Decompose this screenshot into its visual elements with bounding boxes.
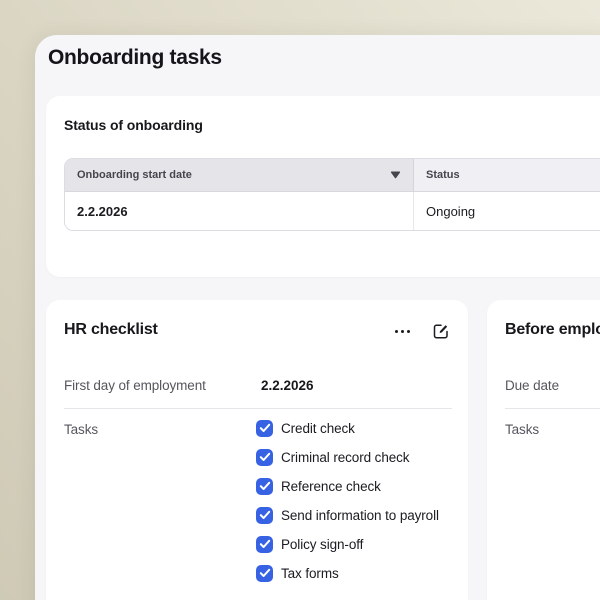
more-options-button[interactable] [395,330,410,333]
first-day-value: 2.2.2026 [261,378,314,393]
task-item[interactable]: Criminal record check [256,447,450,467]
checkbox-checked-icon[interactable] [256,565,273,582]
tasks-label: Tasks [64,422,98,437]
task-label: Reference check [281,478,381,495]
status-of-onboarding-card: Status of onboarding Onboarding start da… [46,96,600,277]
task-label: Send information to payroll [281,507,439,524]
onboarding-status-table: Onboarding start date Status 2.2.2026 On… [64,158,600,231]
page-title: Onboarding tasks [48,46,222,70]
task-item[interactable]: Policy sign-off [256,534,450,554]
checkbox-checked-icon[interactable] [256,536,273,553]
task-item[interactable]: Send information to payroll Reference ch… [256,476,450,496]
table-header-row: Onboarding start date Status [65,159,600,192]
before-employment-card: Before employment Due date Tasks [487,300,600,600]
checkbox-checked-icon[interactable] [256,478,273,495]
task-label: Policy sign-off [281,536,363,553]
table-row: 2.2.2026 Ongoing [65,192,600,230]
checkbox-checked-icon[interactable] [256,507,273,524]
hr-checklist-card: HR checklist First day of employment 2.2… [46,300,468,600]
column-header-onboarding-start-date[interactable]: Onboarding start date [65,159,414,191]
divider [64,408,452,409]
task-label: Tax forms [281,565,339,582]
tasks-label: Tasks [505,422,539,437]
horizontal-ellipsis-icon [395,330,410,333]
before-card-title: Before employment [505,321,600,339]
column-header-label: Status [426,169,460,181]
edit-button[interactable] [432,322,450,340]
due-date-label: Due date [505,378,559,393]
cell-onboarding-start-date: 2.2.2026 [65,192,414,230]
task-label: Credit check [281,420,355,437]
pencil-square-icon [432,322,450,340]
hr-tasks-list: Credit check Criminal record check Send … [256,418,450,583]
hr-checklist-title: HR checklist [64,321,158,339]
cell-status: Ongoing [414,192,600,230]
hr-card-actions [395,322,450,340]
task-item[interactable]: Credit check [256,418,450,438]
status-card-title: Status of onboarding [64,117,203,133]
task-item[interactable]: Tax forms [256,563,450,583]
task-label: Criminal record check [281,449,409,466]
sort-triangle-icon[interactable] [390,171,401,179]
column-header-status[interactable]: Status [414,159,600,191]
task-item[interactable]: Send information to payroll [256,505,450,525]
checkbox-checked-icon[interactable] [256,420,273,437]
main-panel: Onboarding tasks Status of onboarding On… [35,35,600,600]
column-header-label: Onboarding start date [77,169,192,181]
divider [505,408,600,409]
checkbox-checked-icon[interactable] [256,449,273,466]
first-day-label: First day of employment [64,378,206,393]
